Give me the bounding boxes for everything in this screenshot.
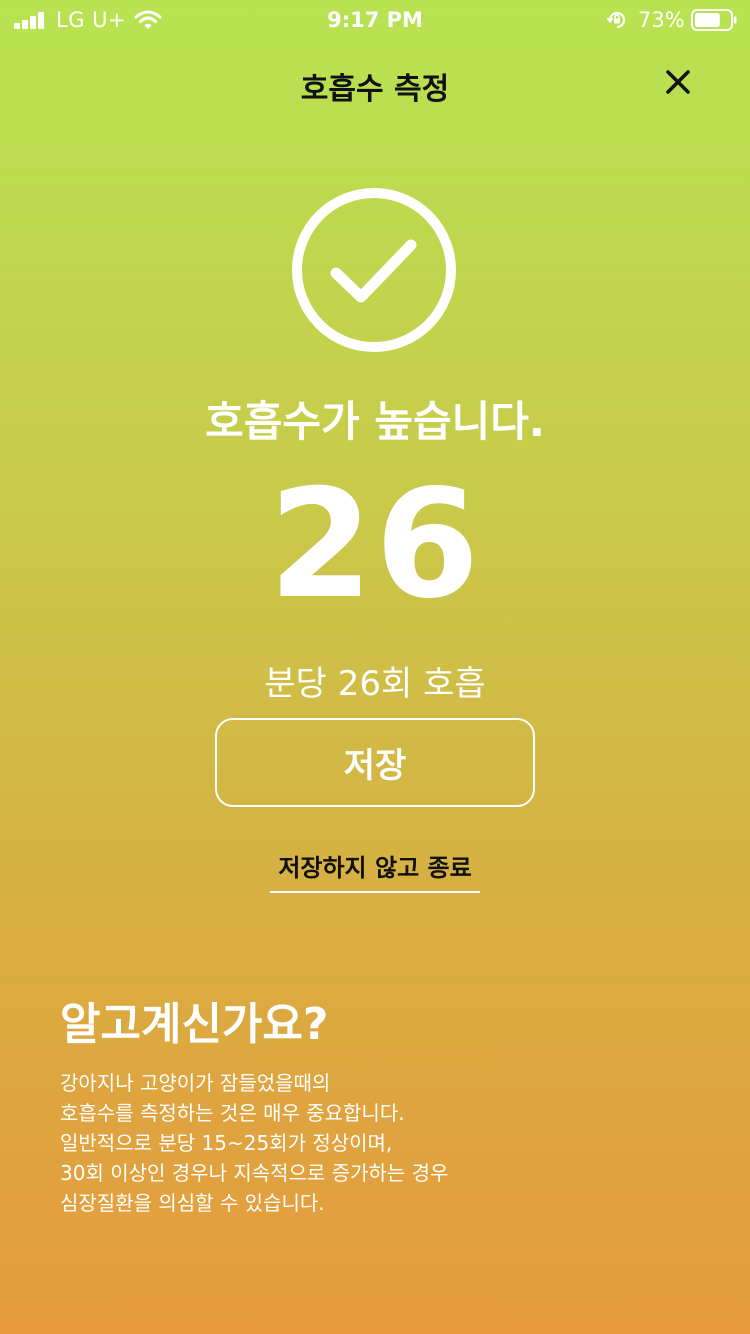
battery-icon <box>691 9 737 31</box>
rotation-lock-icon <box>606 11 626 29</box>
battery-percent: 73% <box>638 8 685 32</box>
per-minute-text: 분당 26회 호흡 <box>264 664 486 704</box>
info-line: 호흡수를 측정하는 것은 매우 중요합니다. <box>60 1101 405 1125</box>
result-message: 호흡수가 높습니다. <box>205 397 545 446</box>
save-button[interactable]: 저장 <box>215 718 535 807</box>
info-line: 30회 이상인 경우나 지속적으로 증가하는 경우 <box>60 1161 449 1185</box>
page-title: 호흡수 측정 <box>300 72 450 107</box>
info-text: 강아지나 고양이가 잠들었을때의 호흡수를 측정하는 것은 매우 중요합니다. … <box>60 1068 700 1218</box>
info-line: 일반적으로 분당 15~25회가 정상이며, <box>60 1131 393 1155</box>
info-line: 심장질환을 의심할 수 있습니다. <box>60 1191 325 1215</box>
respiration-value: 26 <box>268 458 482 632</box>
exit-without-save-link[interactable]: 저장하지 않고 종료 <box>270 848 480 893</box>
status-bar: LG U+ 9:17 PM 73% <box>0 0 750 40</box>
check-circle-icon <box>292 188 456 352</box>
close-icon[interactable] <box>660 64 696 100</box>
info-heading: 알고계신가요? <box>60 999 329 1050</box>
info-line: 강아지나 고양이가 잠들었을때의 <box>60 1071 331 1095</box>
